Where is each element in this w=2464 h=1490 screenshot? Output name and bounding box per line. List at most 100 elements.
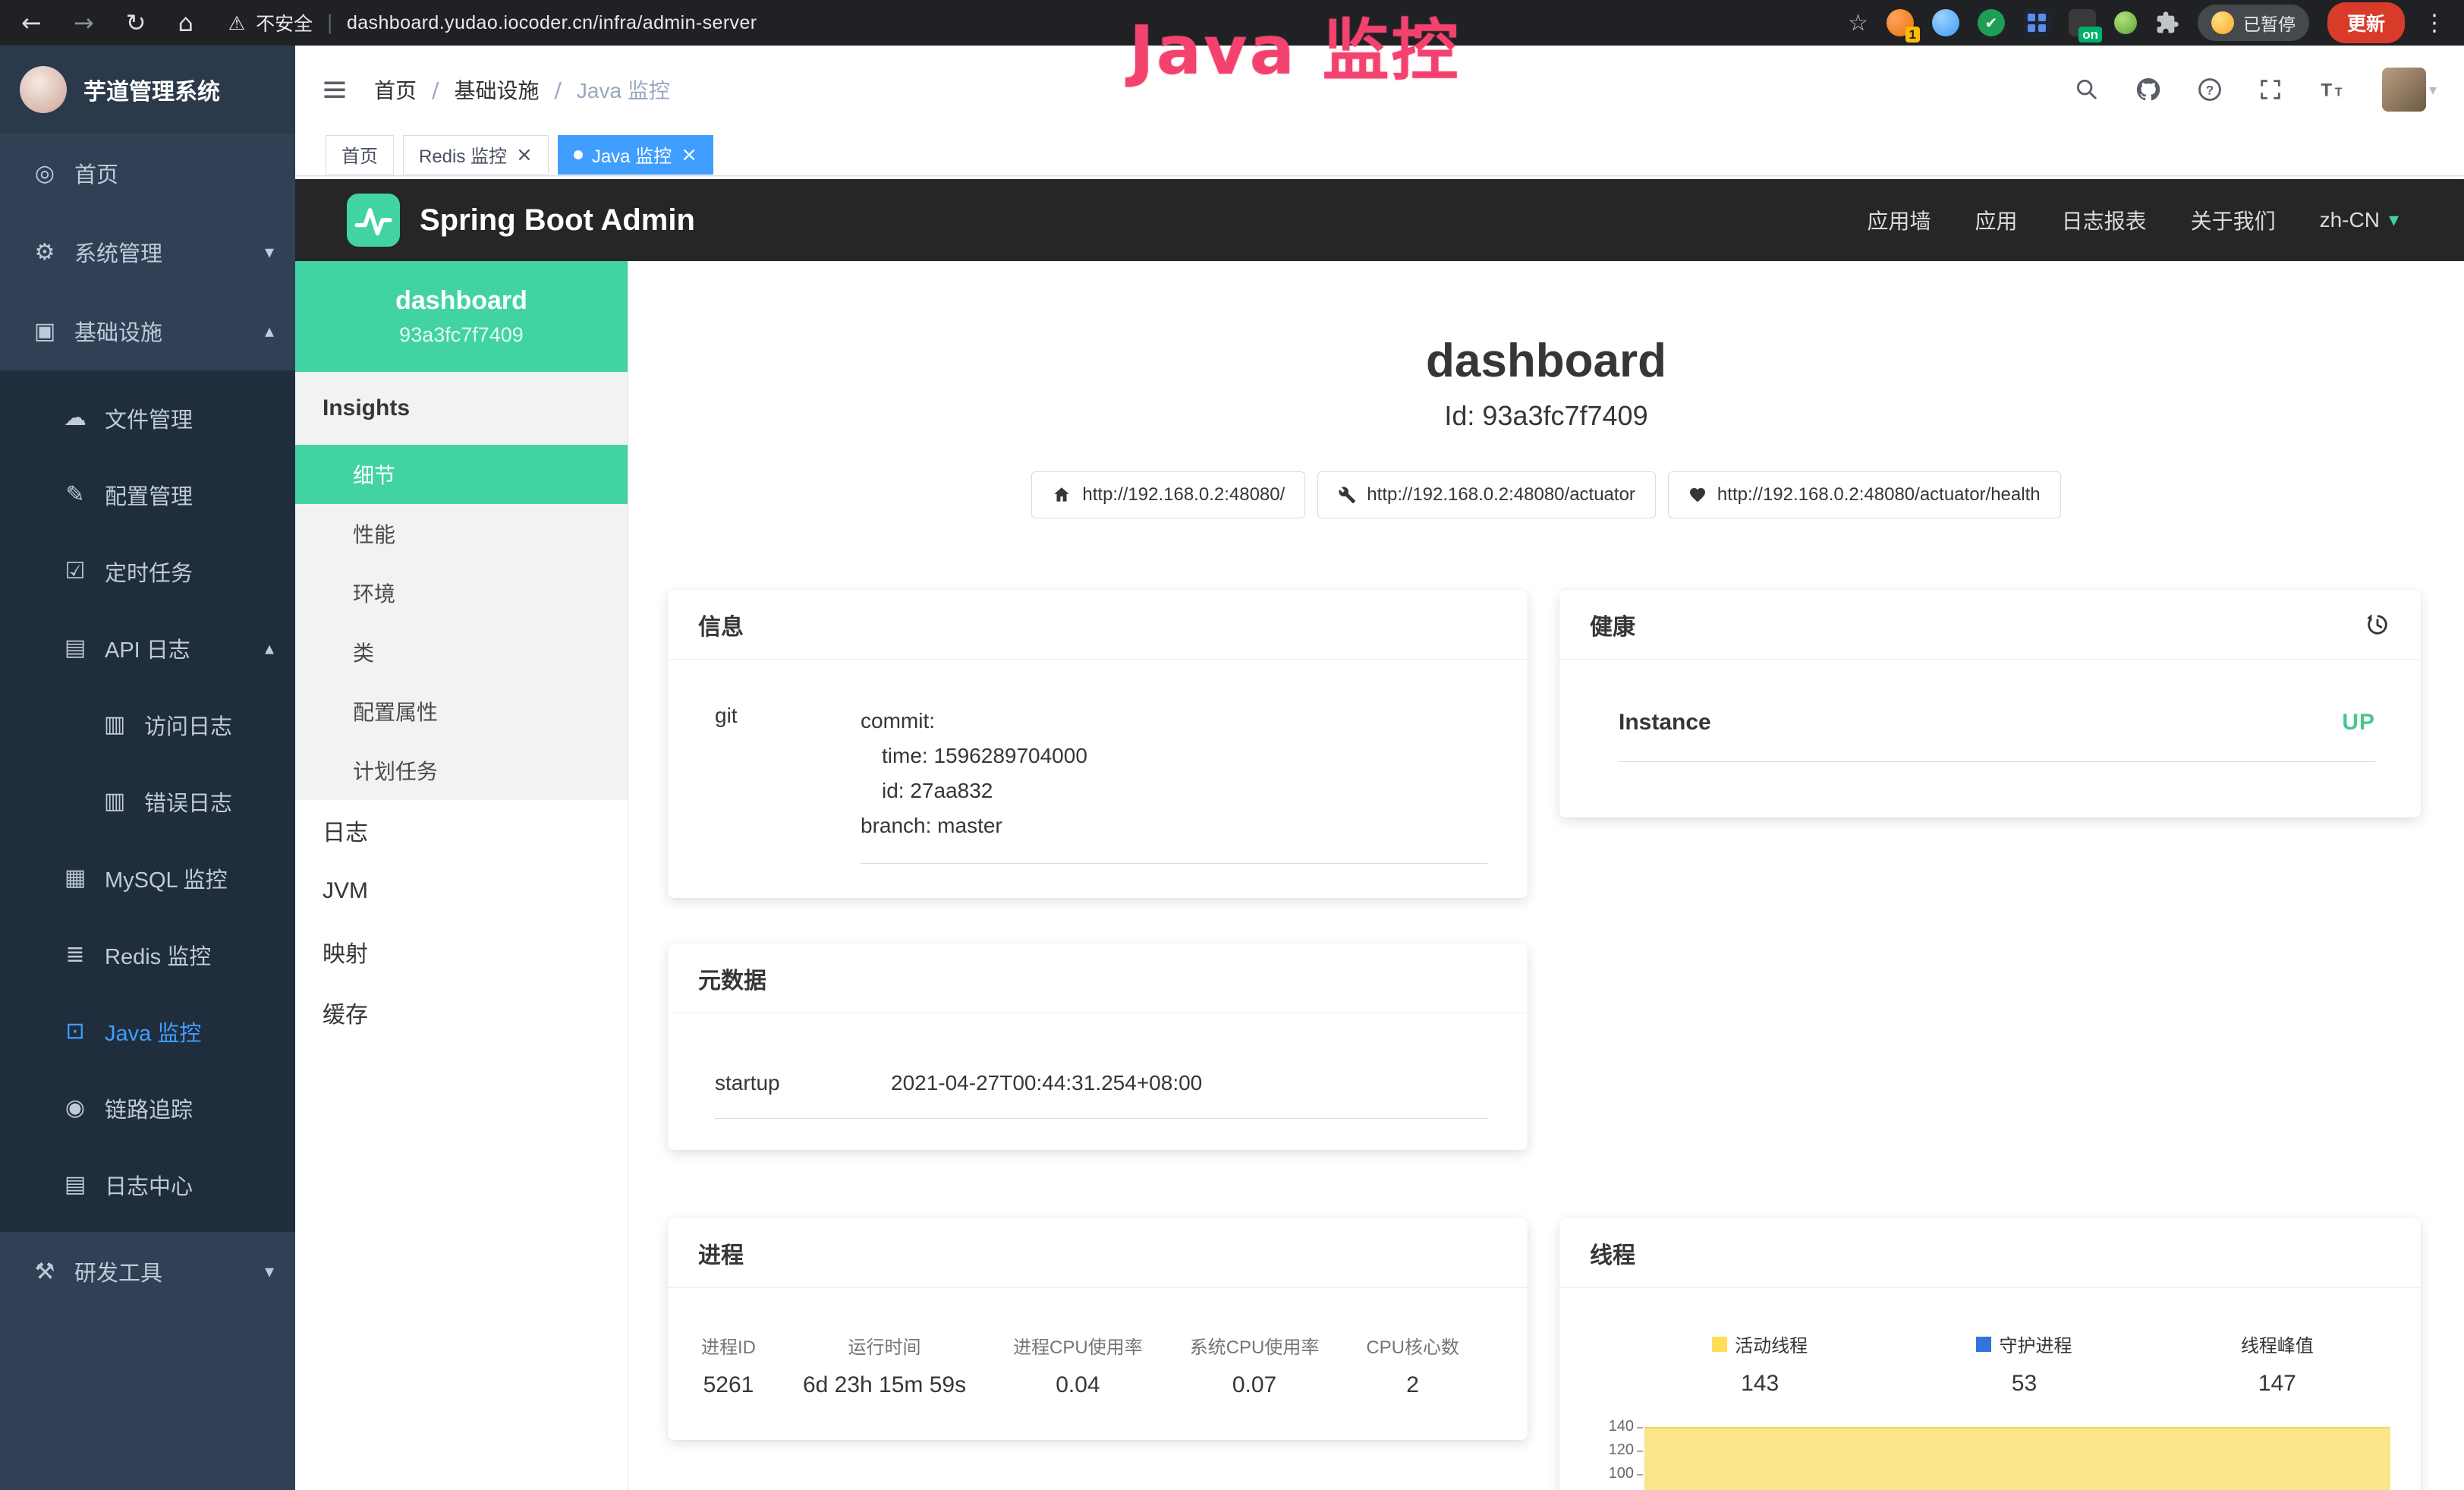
proxy-extension-icon[interactable]: on [2069,9,2096,36]
sidebar-item-dev-tools[interactable]: ⚒ 研发工具 ▾ [0,1232,295,1311]
sba-nav-about[interactable]: 关于我们 [2191,205,2276,235]
sba-menu-config-props[interactable]: 配置属性 [295,682,628,741]
health-url-button[interactable]: http://192.168.0.2:48080/actuator/health [1668,471,2061,518]
tools-icon: ⚒ [30,1258,59,1285]
peak-threads-legend: 线程峰值 147 [2241,1331,2314,1397]
grid-extension-icon[interactable] [2023,9,2050,36]
sba-section-insights[interactable]: Insights [295,372,628,445]
sidebar-item-java-monitor[interactable]: ⊡ Java 监控 [0,993,295,1069]
sidebar-item-tracing[interactable]: ◉ 链路追踪 [0,1069,295,1146]
health-card-header: 健康 [1559,590,2421,660]
tab-home[interactable]: 首页 [326,135,394,175]
chevron-up-icon: ▴ [265,638,274,659]
sidebar-item-api-logs[interactable]: ▤ API 日志 ▴ [0,610,295,686]
sba-menu-caches[interactable]: 缓存 [295,982,628,1043]
tab-java-monitor[interactable]: Java 监控 × [558,135,713,175]
sidebar-item-system[interactable]: ⚙ 系统管理 ▾ [0,213,295,291]
threads-card-header: 线程 [1559,1218,2421,1288]
fullscreen-icon[interactable] [2258,77,2283,102]
sba-menu-jvm[interactable]: JVM [295,861,628,921]
sidebar-item-home[interactable]: ◎ 首页 [0,134,295,213]
hamburger-icon[interactable] [295,76,374,103]
svg-text:T: T [2321,80,2332,101]
font-size-icon[interactable]: TT [2318,77,2347,102]
sidebar-item-infrastructure[interactable]: ▣ 基础设施 ▴ [0,291,295,370]
tab-redis-monitor[interactable]: Redis 监控 × [403,135,549,175]
breadcrumb-home[interactable]: 首页 [374,74,417,105]
sba-menu-environment[interactable]: 环境 [295,563,628,622]
reload-icon[interactable]: ↻ [126,8,146,37]
fox-extension-icon[interactable]: 1 [1887,9,1914,36]
sidebar-item-redis-monitor[interactable]: ≣ Redis 监控 [0,916,295,993]
sidebar-item-scheduled-jobs[interactable]: ☑ 定时任务 [0,533,295,610]
sba-menu-details[interactable]: 细节 [295,445,628,504]
info-card-header: 信息 [668,590,1528,660]
check-extension-icon[interactable] [1978,9,2005,36]
live-threads-value: 143 [1712,1371,1808,1397]
sidebar-item-label: 配置管理 [105,479,193,511]
sidebar-item-log-center[interactable]: ▤ 日志中心 [0,1146,295,1223]
extension-on-badge: on [2079,27,2102,43]
infrastructure-icon: ▣ [30,318,59,345]
bookmark-star-icon[interactable]: ☆ [1848,10,1868,36]
forward-icon[interactable]: → [74,8,94,37]
home-nav-icon[interactable]: ⌂ [178,8,193,37]
sba-instance-header[interactable]: dashboard 93a3fc7f7409 [295,261,628,372]
access-log-icon: ▥ [100,711,129,738]
sba-nav-wallboard[interactable]: 应用墙 [1868,205,1931,235]
sidebar-item-label: 文件管理 [105,402,193,434]
sba-header: Spring Boot Admin 应用墙 应用 日志报表 关于我们 zh-CN… [295,179,2464,261]
sba-menu-mappings[interactable]: 映射 [295,921,628,982]
back-icon[interactable]: ← [21,8,42,37]
header-actions: ? TT ▾ [2074,68,2464,112]
browser-menu-icon[interactable]: ⋮ [2423,10,2446,36]
sidebar-item-config-management[interactable]: ✎ 配置管理 [0,456,295,533]
sidebar-item-access-logs[interactable]: ▥ 访问日志 [0,686,295,763]
service-url-button[interactable]: http://192.168.0.2:48080/ [1031,471,1305,518]
address-bar-url[interactable]: dashboard.yudao.iocoder.cn/infra/admin-s… [347,12,757,34]
security-chip[interactable]: ⚠ 不安全 [228,9,313,36]
history-icon[interactable] [2365,612,2390,638]
extensions-puzzle-icon[interactable] [2155,11,2179,35]
sba-menu-loggers[interactable]: 日志 [295,800,628,861]
security-label: 不安全 [256,9,313,36]
caret-down-icon: ▾ [2429,80,2437,99]
sba-main-menu: 日志 JVM 映射 缓存 [295,800,628,1043]
drop-extension-icon[interactable] [1932,9,1959,36]
metadata-value: 2021-04-27T00:44:31.254+08:00 [891,1071,1202,1095]
spring-boot-admin-frame: Spring Boot Admin 应用墙 应用 日志报表 关于我们 zh-CN… [295,179,2464,1490]
sba-locale-select[interactable]: zh-CN ▾ [2320,208,2399,232]
sidebar-item-file-management[interactable]: ☁ 文件管理 [0,380,295,456]
sba-menu-scheduled-tasks[interactable]: 计划任务 [295,741,628,800]
app-logo[interactable]: 芋道管理系统 [0,46,295,134]
leaf-extension-icon[interactable] [2114,11,2137,34]
process-col-label: 进程CPU使用率 [1013,1332,1143,1359]
cpu-cores-col: CPU核心数 2 [1366,1332,1459,1398]
service-url: http://192.168.0.2:48080/ [1082,484,1285,506]
metadata-startup-row: startup 2021-04-27T00:44:31.254+08:00 [715,1071,1487,1119]
github-icon[interactable] [2135,76,2162,103]
sidebar-item-error-logs[interactable]: ▥ 错误日志 [0,763,295,840]
sba-nav-applications[interactable]: 应用 [1975,205,2018,235]
search-icon[interactable] [2074,77,2100,102]
sidebar-item-mysql-monitor[interactable]: ▦ MySQL 监控 [0,840,295,916]
browser-toolbar-right: ☆ 1 on 已暂停 更新 ⋮ [1848,2,2464,43]
paused-badge[interactable]: 已暂停 [2198,5,2309,41]
chrome-update-button[interactable]: 更新 [2327,2,2405,43]
sba-menu-metrics[interactable]: 性能 [295,504,628,563]
close-icon[interactable]: × [516,145,533,165]
help-icon[interactable]: ? [2197,77,2223,102]
sba-title[interactable]: Spring Boot Admin [420,203,695,238]
gear-icon: ⚙ [30,239,59,266]
close-icon[interactable]: × [681,145,697,165]
warning-icon: ⚠ [228,12,245,34]
sba-nav-journal[interactable]: 日志报表 [2062,205,2147,235]
sidebar-item-label: 定时任务 [105,556,193,587]
sba-menu-classes[interactable]: 类 [295,622,628,682]
process-col-label: 运行时间 [803,1332,966,1359]
sba-logo-icon[interactable] [347,194,400,247]
breadcrumb-infrastructure[interactable]: 基础设施 [454,74,539,105]
user-avatar[interactable]: ▾ [2382,68,2437,112]
actuator-url-button[interactable]: http://192.168.0.2:48080/actuator [1317,471,1656,518]
chevron-down-icon: ▾ [265,1261,274,1282]
